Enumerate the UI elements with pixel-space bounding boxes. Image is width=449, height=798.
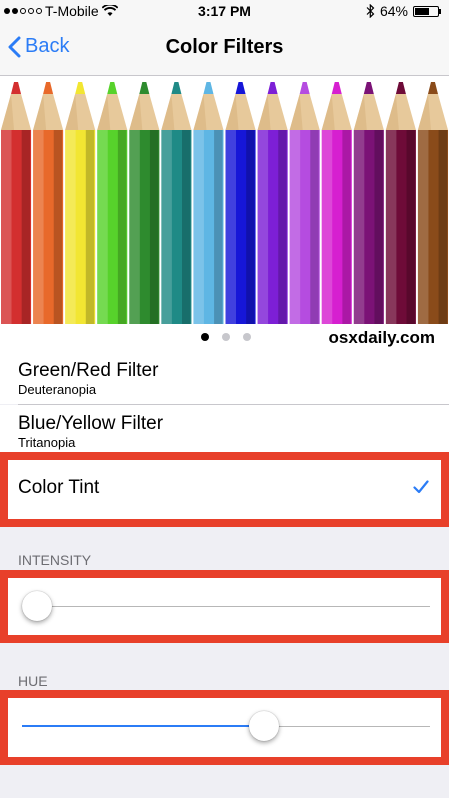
navigation-bar: Back Color Filters [0, 22, 449, 76]
page-dot[interactable] [201, 333, 209, 341]
pencil [321, 82, 352, 324]
pencil [193, 82, 224, 324]
battery-body [413, 5, 439, 17]
color-pencils-image[interactable] [0, 76, 449, 352]
battery-fill [415, 7, 430, 15]
battery-percent: 64% [379, 3, 408, 19]
pencil [289, 82, 320, 324]
pencils-illustration [1, 82, 448, 324]
pencil [65, 82, 96, 324]
pencil [161, 82, 192, 324]
pencil [129, 82, 160, 324]
pencil [257, 82, 288, 324]
page-indicator[interactable] [201, 333, 251, 341]
pencil [97, 82, 128, 324]
filter-row-blue-yellow[interactable]: Blue/Yellow Filter Tritanopia [0, 405, 449, 452]
highlight-frame [0, 570, 449, 643]
filter-subtitle: Tritanopia [18, 435, 76, 450]
pencil [33, 82, 64, 324]
page-dot[interactable] [222, 333, 230, 341]
status-right: 64% [366, 3, 441, 19]
status-bar: T-Mobile 3:17 PM 64% [0, 0, 449, 22]
page-dot[interactable] [243, 333, 251, 341]
intensity-label: INTENSITY [18, 552, 92, 568]
filter-title: Blue/Yellow Filter [18, 413, 164, 434]
highlight-frame [0, 452, 449, 527]
page-title: Color Filters [165, 36, 284, 58]
filter-title: Green/Red Filter [18, 360, 159, 381]
pencil [225, 82, 256, 324]
watermark: osxdaily.com [328, 328, 435, 347]
bluetooth-icon [366, 4, 375, 18]
filter-subtitle: Deuteranopia [18, 382, 97, 397]
pencil [1, 82, 32, 324]
highlight-frame [0, 690, 449, 765]
pencil [385, 82, 416, 324]
pencil [417, 82, 448, 324]
pencil [353, 82, 384, 324]
battery-tip [439, 8, 441, 14]
battery-icon [413, 5, 441, 17]
hue-label: HUE [18, 673, 48, 689]
filter-row-green-red[interactable]: Green/Red Filter Deuteranopia [0, 352, 449, 404]
